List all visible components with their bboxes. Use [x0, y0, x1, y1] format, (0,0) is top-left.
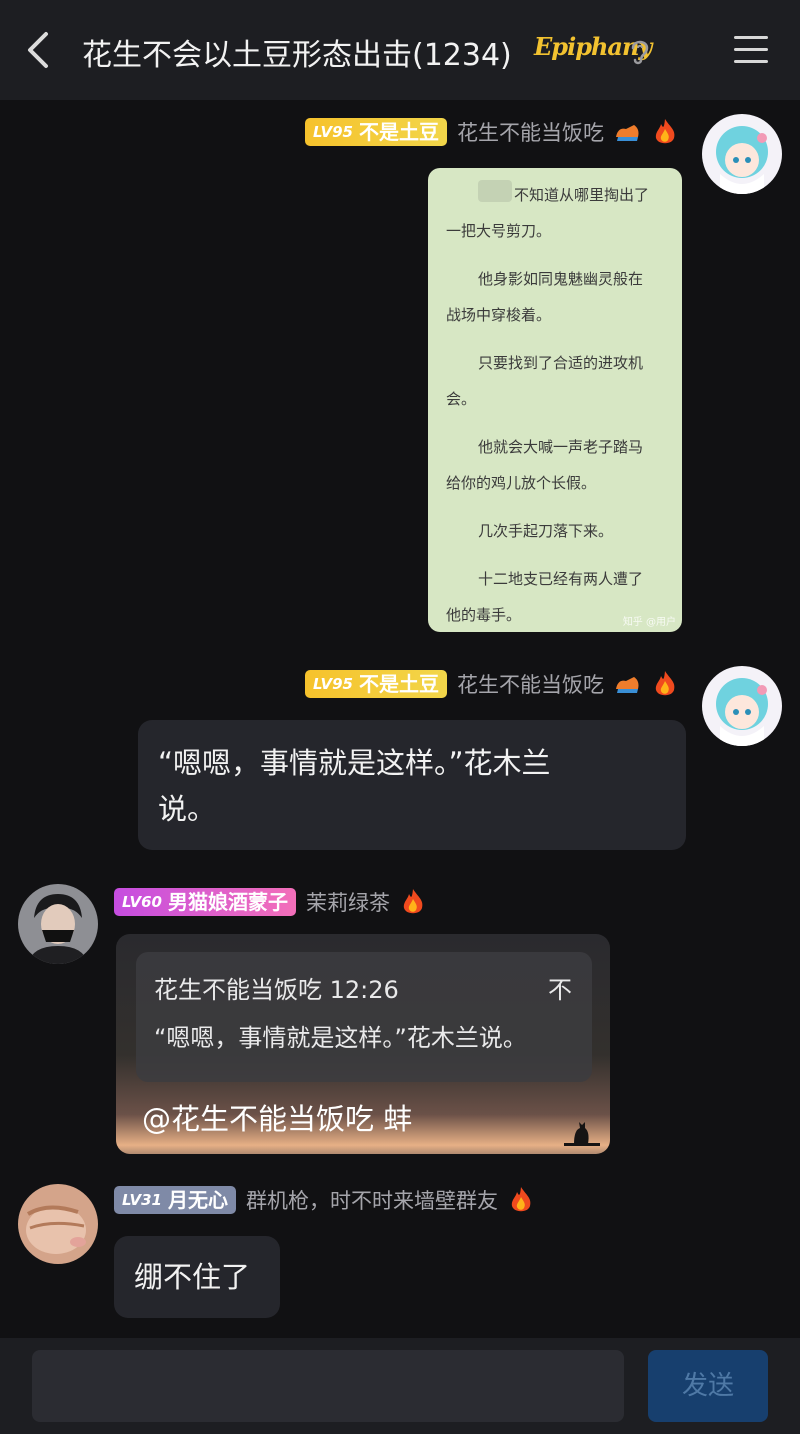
cat-silhouette-icon — [564, 1122, 600, 1146]
send-button[interactable]: 发送 — [648, 1350, 768, 1422]
back-icon — [28, 32, 48, 68]
avatar[interactable] — [702, 114, 782, 194]
quote-tail: 不 — [548, 976, 572, 1004]
username[interactable]: 花生不能当饭吃 — [457, 117, 604, 147]
image-text-line: 几次手起刀落下来。 — [478, 522, 614, 540]
image-text-line: 只要找到了合适的进攻机 — [478, 354, 644, 372]
quote-header: 花生不能当饭吃 12:26 — [154, 976, 399, 1004]
image-text-line: 给你的鸡儿放个长假。 — [446, 474, 597, 492]
shoe-badge-icon — [612, 117, 642, 147]
chat-title: 花生不会以土豆形态出击(1234) — [82, 38, 512, 73]
menu-button[interactable] — [734, 34, 770, 64]
level-badge: LV31 月无心 — [114, 1186, 236, 1214]
level-badge: LV95 不是土豆 — [305, 670, 447, 698]
fire-badge-icon — [506, 1185, 536, 1215]
message-meta: LV31 月无心 群机枪，时不时来墙壁群友 — [114, 1184, 536, 1216]
avatar[interactable] — [18, 884, 98, 964]
image-text-line: 会。 — [446, 390, 477, 408]
level-badge: LV95 不是土豆 — [305, 118, 447, 146]
image-text-line: 战场中穿梭着。 — [446, 306, 552, 324]
top-bar: 花生不会以土豆形态出击(1234) Epiphany — [0, 0, 800, 100]
image-text-line: 他身影如同鬼魅幽灵般在 — [478, 270, 644, 288]
message-bubble[interactable]: “嗯嗯，事情就是这样。”花木兰 说。 — [138, 720, 686, 850]
avatar[interactable] — [18, 1184, 98, 1264]
ear-icon[interactable] — [628, 36, 652, 66]
message-meta: LV95 不是土豆 花生不能当饭吃 — [305, 668, 680, 700]
level-badge: LV60 男猫娘酒蒙子 — [114, 888, 296, 916]
fire-badge-icon — [650, 117, 680, 147]
image-text-line: 一把大号剪刀。 — [446, 222, 552, 240]
menu-icon — [734, 36, 768, 39]
message-input[interactable] — [32, 1350, 624, 1422]
image-watermark: 知乎 @用户 — [622, 617, 676, 628]
message-text: 绷不住了 — [134, 1260, 251, 1294]
image-text-line: 他就会大喊一声老子踏马 — [478, 438, 644, 456]
back-button[interactable] — [18, 26, 62, 74]
reply-bubble[interactable]: 花生不能当饭吃 12:26 不 “嗯嗯，事情就是这样。”花木兰说。 @花生不能当… — [116, 934, 610, 1154]
message-bubble[interactable]: 绷不住了 — [114, 1236, 280, 1318]
image-text-line: 十二地支已经有两人遭了 — [478, 570, 644, 588]
shoe-badge-icon — [612, 669, 642, 699]
image-text-line: 他的毒手。 — [446, 606, 522, 624]
reply-text: @花生不能当饭吃 蚌 — [142, 1102, 413, 1136]
avatar[interactable] — [702, 666, 782, 746]
username[interactable]: 花生不能当饭吃 — [457, 669, 604, 699]
fire-badge-icon — [398, 887, 428, 917]
message-meta: LV60 男猫娘酒蒙子 茉莉绿茶 — [114, 886, 428, 918]
fire-badge-icon — [650, 669, 680, 699]
quote-text: “嗯嗯，事情就是这样。”花木兰说。 — [154, 1024, 527, 1052]
username[interactable]: 群机枪，时不时来墙壁群友 — [246, 1185, 498, 1215]
username[interactable]: 茉莉绿茶 — [306, 887, 390, 917]
message-text-line: 说。 — [158, 792, 217, 826]
image-message[interactable]: 不知道从哪里掏出了 一把大号剪刀。 他身影如同鬼魅幽灵般在 战场中穿梭着。 只要… — [428, 168, 682, 632]
message-text-line: “嗯嗯，事情就是这样。”花木兰 — [158, 746, 551, 780]
image-text-line: 不知道从哪里掏出了 — [514, 186, 650, 204]
quoted-message[interactable]: 花生不能当饭吃 12:26 不 “嗯嗯，事情就是这样。”花木兰说。 — [136, 952, 592, 1082]
message-meta: LV95 不是土豆 花生不能当饭吃 — [305, 116, 680, 148]
blurred-name — [478, 180, 512, 202]
